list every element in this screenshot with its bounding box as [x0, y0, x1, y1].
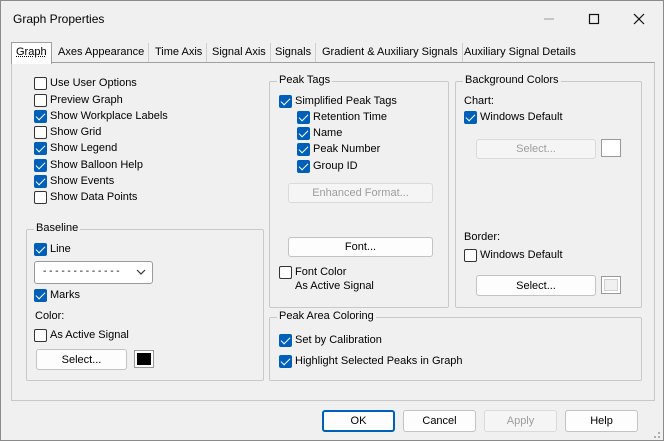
- show-workplace-labels-checkbox[interactable]: Show Workplace Labels: [34, 108, 168, 124]
- window-title: Graph Properties: [13, 12, 105, 26]
- tab-auxiliary-signal-details[interactable]: Auxiliary Signal Details: [460, 43, 580, 63]
- tab-gradient-auxiliary-signals[interactable]: Gradient & Auxiliary Signals: [318, 43, 463, 63]
- show-data-points-checkbox[interactable]: Show Data Points: [34, 189, 137, 205]
- chart-color-swatch: [601, 139, 621, 157]
- chart-label: Chart:: [464, 95, 494, 107]
- show-grid-checkbox[interactable]: Show Grid: [34, 124, 101, 140]
- chart-windows-default-checkbox[interactable]: Windows Default: [464, 109, 563, 125]
- font-color-as-active-signal-checkbox[interactable]: Font Color: [279, 264, 346, 280]
- font-button[interactable]: Font...: [288, 237, 433, 257]
- use-user-options-checkbox[interactable]: Use User Options: [34, 75, 137, 91]
- checkbox-box: [279, 333, 292, 347]
- checkbox-box: [279, 265, 292, 279]
- font-color-sub-label: As Active Signal: [295, 280, 374, 292]
- baseline-line-checkbox[interactable]: Line: [34, 241, 71, 257]
- show-legend-checkbox[interactable]: Show Legend: [34, 140, 117, 156]
- checkbox-box: [34, 93, 47, 107]
- peak-number-checkbox[interactable]: Peak Number: [297, 141, 380, 157]
- set-by-calibration-checkbox[interactable]: Set by Calibration: [279, 332, 382, 348]
- chart-select-button[interactable]: Select...: [476, 139, 596, 159]
- background-colors-group: Background Colors Chart: Windows Default…: [455, 74, 642, 308]
- title-bar[interactable]: Graph Properties: [1, 1, 663, 37]
- baseline-group: Baseline Line - - - - - - - - - - - - - …: [26, 222, 264, 381]
- close-icon: [633, 13, 645, 25]
- enhanced-format-button[interactable]: Enhanced Format...: [288, 183, 433, 203]
- ok-button[interactable]: OK: [322, 410, 395, 432]
- graph-properties-dialog: Graph Properties Graph Axes Appearance T…: [0, 0, 664, 441]
- resize-grip-icon[interactable]: [651, 429, 661, 439]
- maximize-icon: [588, 13, 600, 25]
- checkbox-box: [34, 125, 47, 139]
- checkbox-box: [34, 109, 47, 123]
- background-colors-group-title: Background Colors: [463, 74, 561, 86]
- baseline-color-swatch: [134, 350, 154, 368]
- dialog-footer: OK Cancel Apply Help: [1, 401, 663, 441]
- tab-strip: Graph Axes Appearance Time Axis Signal A…: [11, 42, 655, 64]
- checkbox-box: [34, 158, 47, 172]
- help-button[interactable]: Help: [565, 410, 638, 432]
- group-id-checkbox[interactable]: Group ID: [297, 158, 358, 174]
- cancel-button[interactable]: Cancel: [403, 410, 476, 432]
- checkbox-box: [279, 354, 292, 368]
- retention-time-checkbox[interactable]: Retention Time: [297, 109, 387, 125]
- baseline-marks-checkbox[interactable]: Marks: [34, 287, 80, 303]
- name-checkbox[interactable]: Name: [297, 125, 342, 141]
- baseline-select-button[interactable]: Select...: [36, 349, 127, 370]
- show-events-checkbox[interactable]: Show Events: [34, 173, 114, 189]
- checkbox-box: [464, 110, 477, 124]
- minimize-icon: [544, 18, 554, 20]
- line-style-dropdown[interactable]: - - - - - - - - - - - - -: [34, 261, 153, 284]
- show-balloon-help-checkbox[interactable]: Show Balloon Help: [34, 157, 143, 173]
- checkbox-box: [464, 248, 477, 262]
- baseline-color-label: Color:: [35, 310, 65, 322]
- graph-tab-panel: Use User Options Preview Graph Show Work…: [11, 62, 655, 401]
- checkbox-box: [34, 328, 47, 342]
- border-select-button[interactable]: Select...: [476, 275, 596, 296]
- checkbox-box: [279, 94, 292, 108]
- checkbox-box: [297, 110, 310, 124]
- preview-graph-checkbox[interactable]: Preview Graph: [34, 92, 123, 108]
- border-color-swatch: [601, 276, 621, 294]
- line-style-value: - - - - - - - - - - - - -: [43, 266, 120, 277]
- tab-graph[interactable]: Graph: [11, 42, 52, 64]
- tab-axes-appearance[interactable]: Axes Appearance: [54, 43, 150, 63]
- checkbox-box: [34, 76, 47, 90]
- checkbox-box: [297, 126, 310, 140]
- chevron-down-icon: [136, 269, 146, 275]
- checkbox-box: [34, 242, 47, 256]
- border-label: Border:: [464, 231, 501, 243]
- checkbox-box: [34, 174, 47, 188]
- peak-tags-group-title: Peak Tags: [277, 74, 333, 86]
- checkbox-box: [34, 288, 47, 302]
- checkbox-box: [297, 159, 310, 173]
- highlight-selected-peaks-checkbox[interactable]: Highlight Selected Peaks in Graph: [279, 353, 463, 369]
- checkbox-box: [34, 141, 47, 155]
- tab-signal-axis[interactable]: Signal Axis: [208, 43, 271, 63]
- minimize-button[interactable]: [529, 7, 569, 31]
- checkbox-box: [297, 142, 310, 156]
- peak-area-coloring-group-title: Peak Area Coloring: [277, 310, 376, 322]
- peak-area-coloring-group: Peak Area Coloring Set by Calibration Hi…: [269, 310, 642, 381]
- apply-button[interactable]: Apply: [484, 410, 557, 432]
- tab-time-axis[interactable]: Time Axis: [151, 43, 208, 63]
- baseline-group-title: Baseline: [34, 222, 81, 234]
- tab-signals[interactable]: Signals: [271, 43, 317, 63]
- maximize-button[interactable]: [574, 7, 614, 31]
- baseline-as-active-signal-checkbox[interactable]: As Active Signal: [34, 327, 129, 343]
- checkbox-box: [34, 190, 47, 204]
- peak-tags-group: Peak Tags Simplified Peak Tags Retention…: [269, 74, 449, 308]
- simplified-peak-tags-checkbox[interactable]: Simplified Peak Tags: [279, 93, 397, 109]
- border-windows-default-checkbox[interactable]: Windows Default: [464, 247, 563, 263]
- close-button[interactable]: [619, 7, 659, 31]
